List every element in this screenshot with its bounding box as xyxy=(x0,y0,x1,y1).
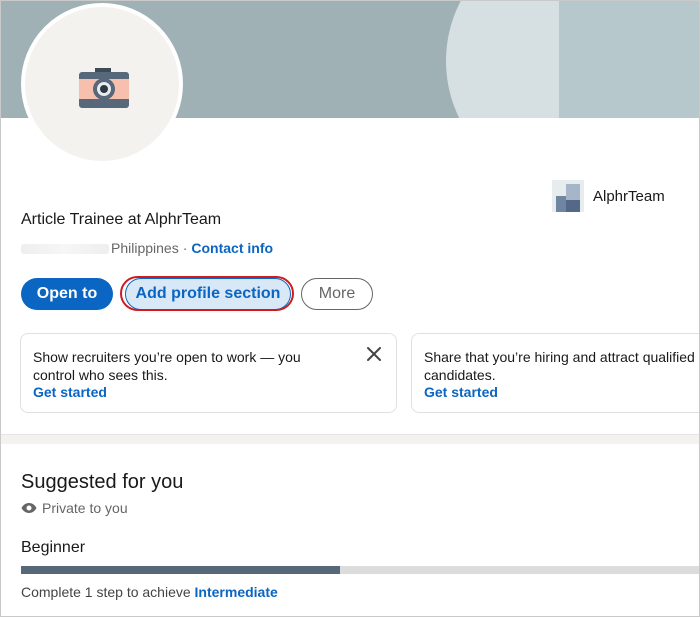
redacted-location xyxy=(21,244,109,255)
open-to-work-card: Show recruiters you’re open to work — yo… xyxy=(20,333,397,413)
progress-caption-text: Complete 1 step to achieve xyxy=(21,584,195,600)
current-company[interactable]: AlphrTeam xyxy=(552,180,665,212)
more-button[interactable]: More xyxy=(301,278,373,310)
eye-icon xyxy=(21,503,37,513)
separator-dot: · xyxy=(182,240,188,256)
profile-headline: Article Trainee at AlphrTeam xyxy=(21,211,222,228)
close-icon[interactable] xyxy=(365,345,383,363)
profile-page: AlphrTeam Article Trainee at AlphrTeam P… xyxy=(0,0,700,617)
card-text: Share that you’re hiring and attract qua… xyxy=(424,348,699,384)
banner-shape xyxy=(559,1,699,118)
privacy-note: Private to you xyxy=(21,500,128,516)
card-text-lead: Share that you’re hiring xyxy=(424,349,569,365)
suggested-title: Suggested for you xyxy=(21,471,184,493)
card-text-lead: Show recruiters you’re open to work xyxy=(33,349,257,365)
hiring-card: Share that you’re hiring and attract qua… xyxy=(411,333,699,413)
get-started-link[interactable]: Get started xyxy=(424,384,498,400)
open-to-button[interactable]: Open to xyxy=(21,278,113,310)
company-name: AlphrTeam xyxy=(593,187,665,205)
company-logo xyxy=(552,180,584,212)
privacy-text: Private to you xyxy=(42,500,128,516)
avatar[interactable] xyxy=(21,3,183,165)
profile-location-line: Philippines · Contact info xyxy=(21,240,273,256)
contact-info-link[interactable]: Contact info xyxy=(191,240,273,256)
card-text: Show recruiters you’re open to work — yo… xyxy=(33,348,333,384)
progress-fill xyxy=(21,566,340,574)
get-started-link[interactable]: Get started xyxy=(33,384,107,400)
location-country: Philippines xyxy=(111,240,179,256)
next-level-link[interactable]: Intermediate xyxy=(195,584,278,600)
level-label: Beginner xyxy=(21,539,86,556)
section-divider xyxy=(1,434,699,444)
progress-caption: Complete 1 step to achieve Intermediate xyxy=(21,584,278,600)
camera-icon xyxy=(79,68,129,108)
level-progress-bar xyxy=(21,566,699,574)
highlight-annotation xyxy=(120,276,294,311)
